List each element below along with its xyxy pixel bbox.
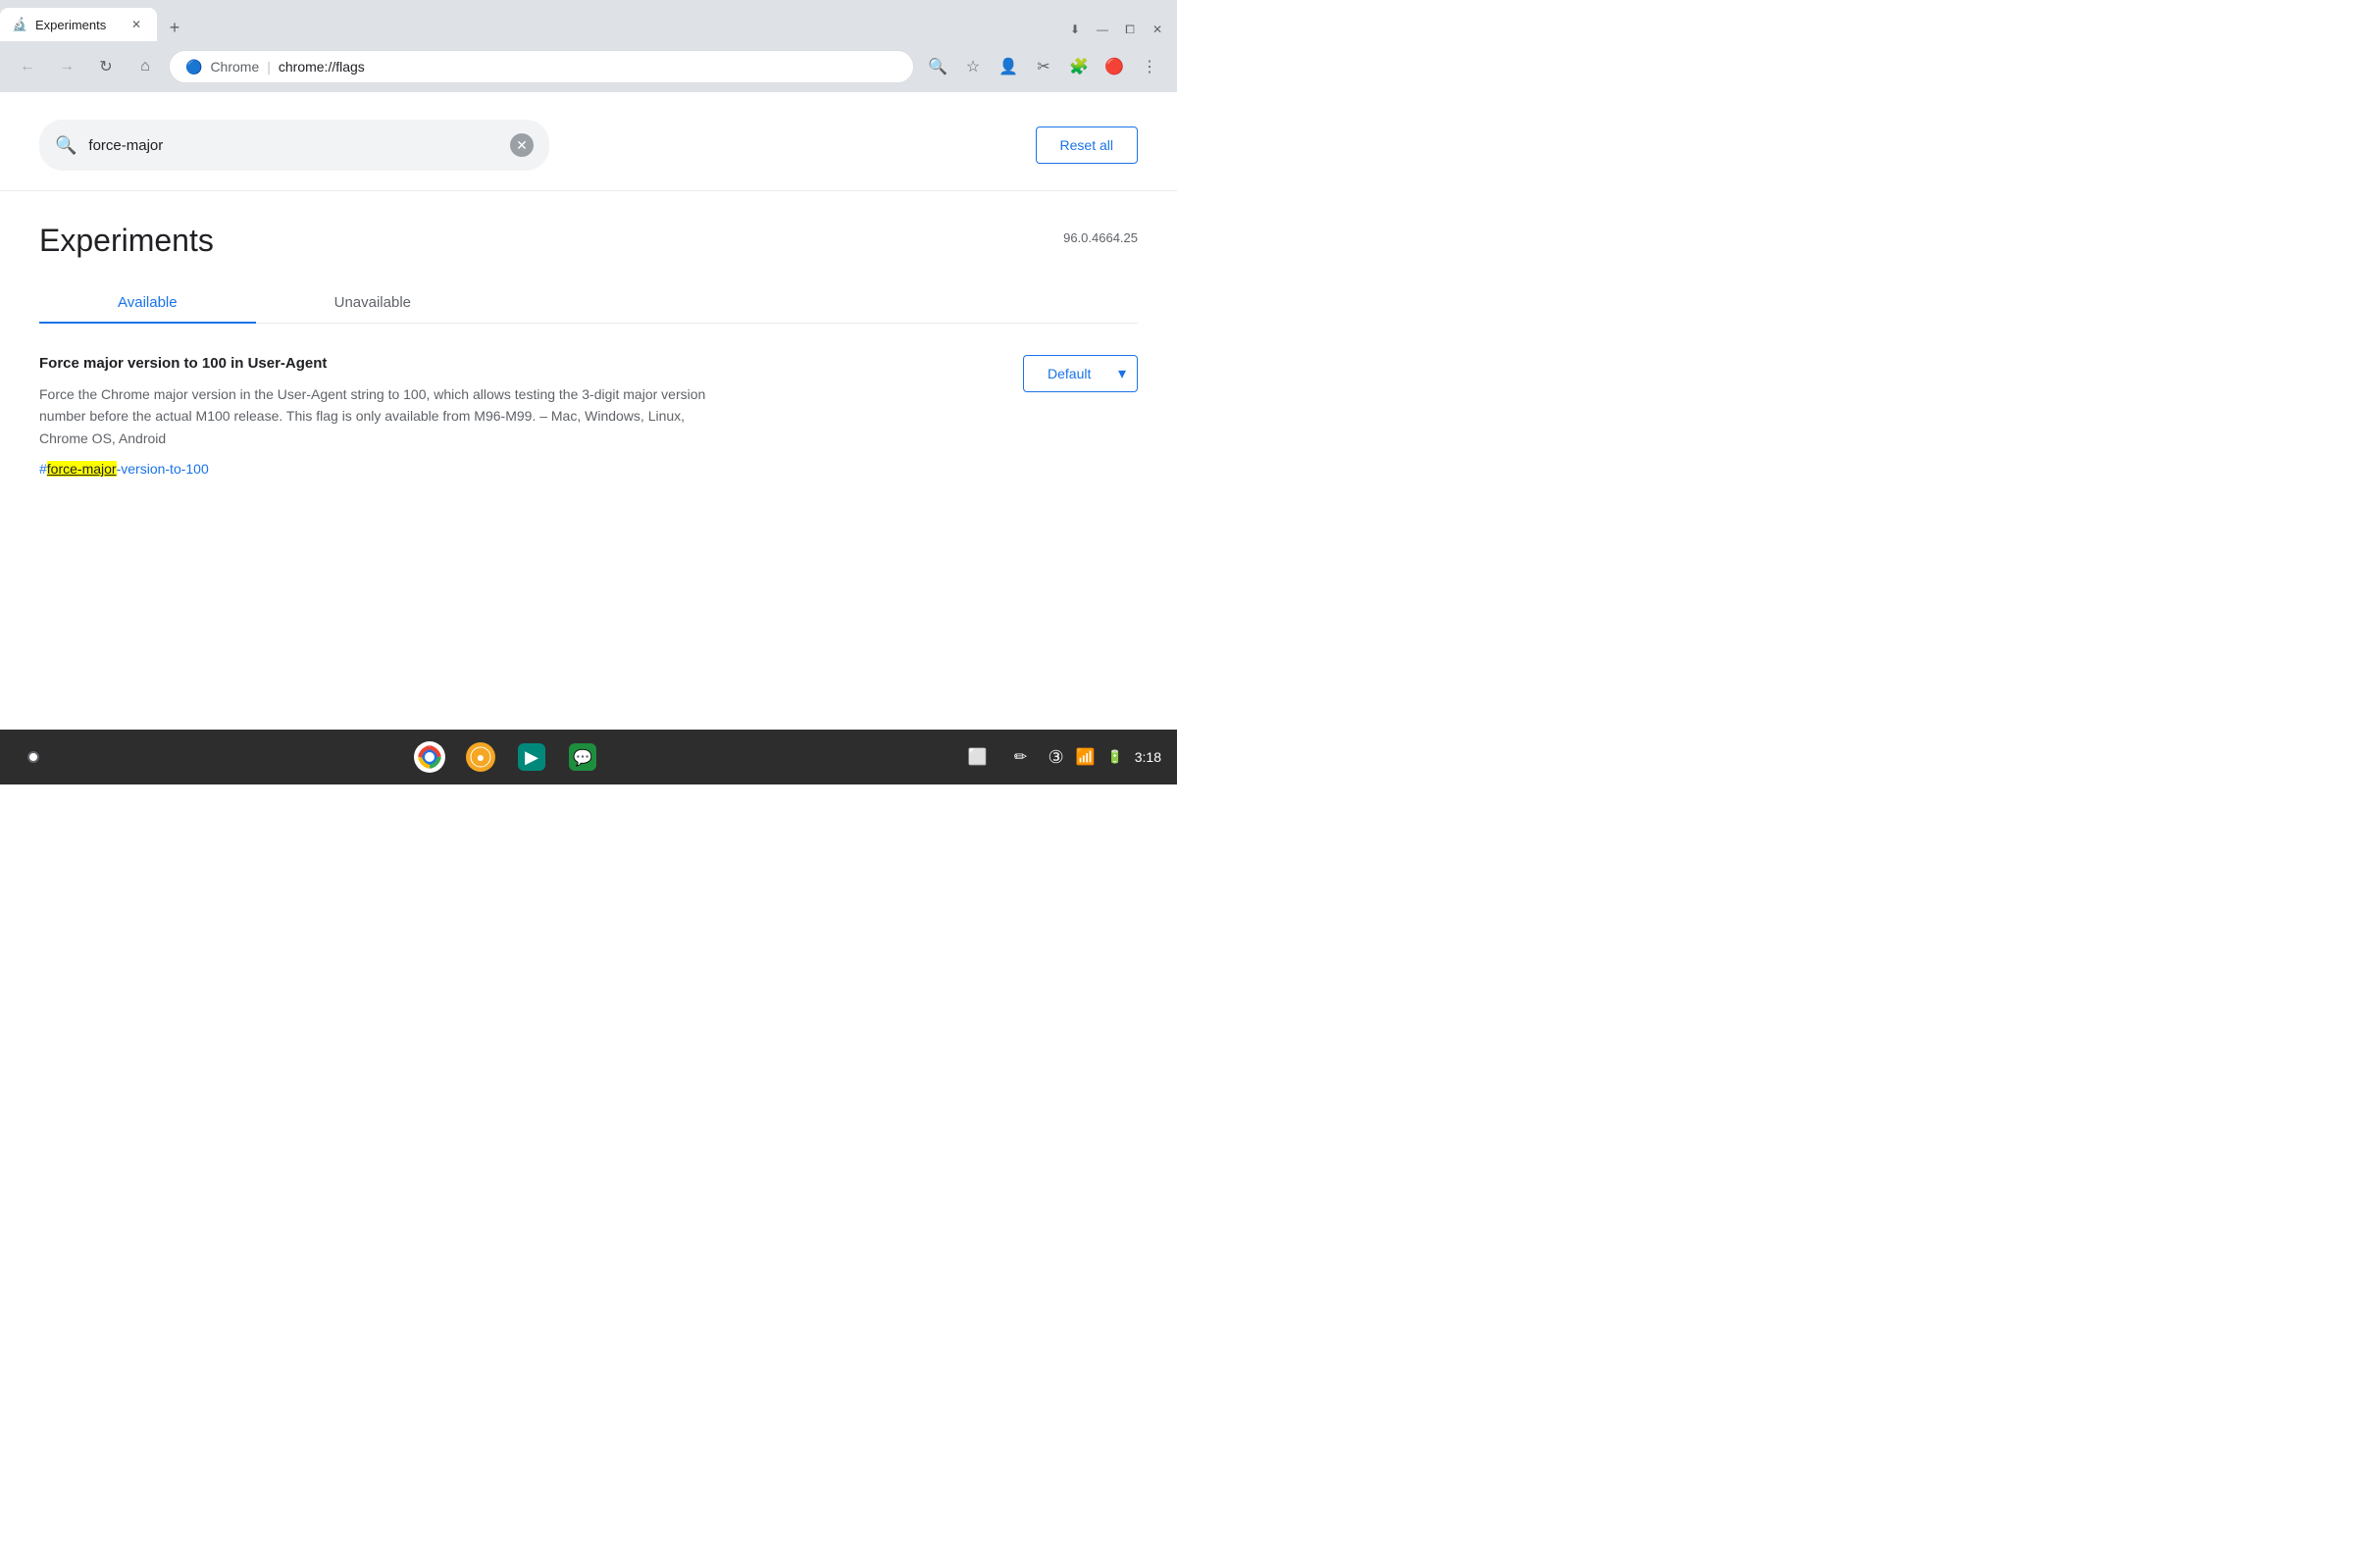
- taskbar-battery-number: ③: [1049, 747, 1064, 768]
- omnibox-url: chrome://flags: [279, 59, 365, 75]
- window-controls: ⬇ — ⧠ ✕: [1063, 18, 1177, 41]
- flag-description: Force the Chrome major version in the Us…: [39, 383, 706, 449]
- flag-link-suffix: -version-to-100: [117, 461, 209, 477]
- svg-text:💬: 💬: [573, 748, 592, 767]
- tab-close-button[interactable]: ✕: [128, 16, 145, 33]
- maximize-button[interactable]: ⧠: [1118, 18, 1142, 41]
- new-tab-button[interactable]: +: [161, 14, 188, 41]
- taskbar-left: [16, 739, 51, 775]
- back-button[interactable]: ←: [12, 51, 43, 82]
- tab-available[interactable]: Available: [39, 282, 256, 323]
- taskbar-right: ⬜ ✏ ③ 📶 🔋 3:18: [962, 741, 1162, 773]
- search-clear-button[interactable]: ✕: [510, 133, 534, 157]
- search-input[interactable]: [88, 137, 498, 154]
- flag-select[interactable]: Default Enabled Disabled: [1023, 355, 1138, 392]
- flag-info: Force major version to 100 in User-Agent…: [39, 355, 992, 479]
- tabs: Available Unavailable: [39, 282, 1138, 324]
- extension1-icon[interactable]: ✂: [1028, 51, 1059, 82]
- active-tab[interactable]: 🔬 Experiments ✕: [0, 8, 157, 41]
- tab-title: Experiments: [35, 18, 120, 32]
- search-area: 🔍 ✕ Reset all: [0, 92, 1177, 191]
- extension2-icon[interactable]: 🧩: [1063, 51, 1095, 82]
- extension3-icon[interactable]: 🔴: [1099, 51, 1130, 82]
- omnibox-security-icon: 🔵: [185, 59, 202, 76]
- browser-frame: 🔬 Experiments ✕ + ⬇ — ⧠ ✕ ← → ↻ ⌂ 🔵 Chro…: [0, 0, 1177, 784]
- home-button[interactable]: ⌂: [129, 51, 161, 82]
- taskbar-pen-icon[interactable]: ✏: [1005, 741, 1037, 773]
- version-text: 96.0.4664.25: [1063, 223, 1138, 245]
- taskbar-battery-icon: 🔋: [1107, 749, 1123, 765]
- flag-link-prefix: #: [39, 461, 47, 477]
- flag-select-wrapper: Default Enabled Disabled: [1023, 355, 1138, 392]
- experiments-header: Experiments 96.0.4664.25: [0, 191, 1177, 259]
- flag-name: Force major version to 100 in User-Agent: [39, 355, 992, 372]
- flag-control: Default Enabled Disabled: [1023, 355, 1138, 392]
- taskbar-app2-icon[interactable]: ●: [463, 739, 498, 775]
- forward-button[interactable]: →: [51, 51, 82, 82]
- tabs-container: Available Unavailable: [0, 282, 1177, 324]
- profile-icon[interactable]: 👤: [993, 51, 1024, 82]
- close-button[interactable]: ✕: [1146, 18, 1169, 41]
- taskbar-screen-record-icon[interactable]: ⬜: [962, 741, 994, 773]
- flag-link-highlight: force-major: [47, 461, 117, 477]
- page-content: 🔍 ✕ Reset all Experiments 96.0.4664.25 A…: [0, 92, 1177, 730]
- taskbar-chrome-icon[interactable]: [412, 739, 447, 775]
- tab-bar: 🔬 Experiments ✕ + ⬇ — ⧠ ✕: [0, 0, 1177, 41]
- minimize-button[interactable]: —: [1091, 18, 1114, 41]
- search-box: 🔍 ✕: [39, 120, 549, 171]
- svg-text:▶: ▶: [525, 747, 538, 767]
- taskbar-status-dot: [16, 739, 51, 775]
- menu-icon[interactable]: ⋮: [1134, 51, 1165, 82]
- page-title: Experiments: [39, 223, 214, 259]
- tab-unavailable[interactable]: Unavailable: [256, 282, 489, 323]
- tab-favicon: 🔬: [12, 17, 27, 32]
- omnibox[interactable]: 🔵 Chrome | chrome://flags: [169, 50, 914, 83]
- taskbar-time: 3:18: [1135, 749, 1161, 765]
- taskbar-wifi-icon: 📶: [1076, 747, 1096, 767]
- flag-anchor-link[interactable]: #force-major-version-to-100: [39, 461, 209, 477]
- download-button[interactable]: ⬇: [1063, 18, 1087, 41]
- omnibox-separator: |: [267, 59, 271, 75]
- taskbar: ● ▶ 💬 ⬜ ✏ ③ 📶 🔋 3:18: [0, 730, 1177, 784]
- address-bar: ← → ↻ ⌂ 🔵 Chrome | chrome://flags 🔍 ☆ 👤 …: [0, 41, 1177, 92]
- toolbar-icons: 🔍 ☆ 👤 ✂ 🧩 🔴 ⋮: [922, 51, 1165, 82]
- reload-button[interactable]: ↻: [90, 51, 122, 82]
- search-icon: 🔍: [55, 135, 77, 156]
- bookmark-icon[interactable]: ☆: [957, 51, 989, 82]
- taskbar-center: ● ▶ 💬: [412, 739, 600, 775]
- svg-text:●: ●: [477, 749, 485, 765]
- flag-item: Force major version to 100 in User-Agent…: [39, 355, 1138, 479]
- reset-all-button[interactable]: Reset all: [1036, 126, 1138, 164]
- omnibox-chrome-label: Chrome: [210, 59, 259, 75]
- taskbar-app4-icon[interactable]: 💬: [565, 739, 600, 775]
- search-icon[interactable]: 🔍: [922, 51, 953, 82]
- taskbar-app3-icon[interactable]: ▶: [514, 739, 549, 775]
- flags-list: Force major version to 100 in User-Agent…: [0, 324, 1177, 510]
